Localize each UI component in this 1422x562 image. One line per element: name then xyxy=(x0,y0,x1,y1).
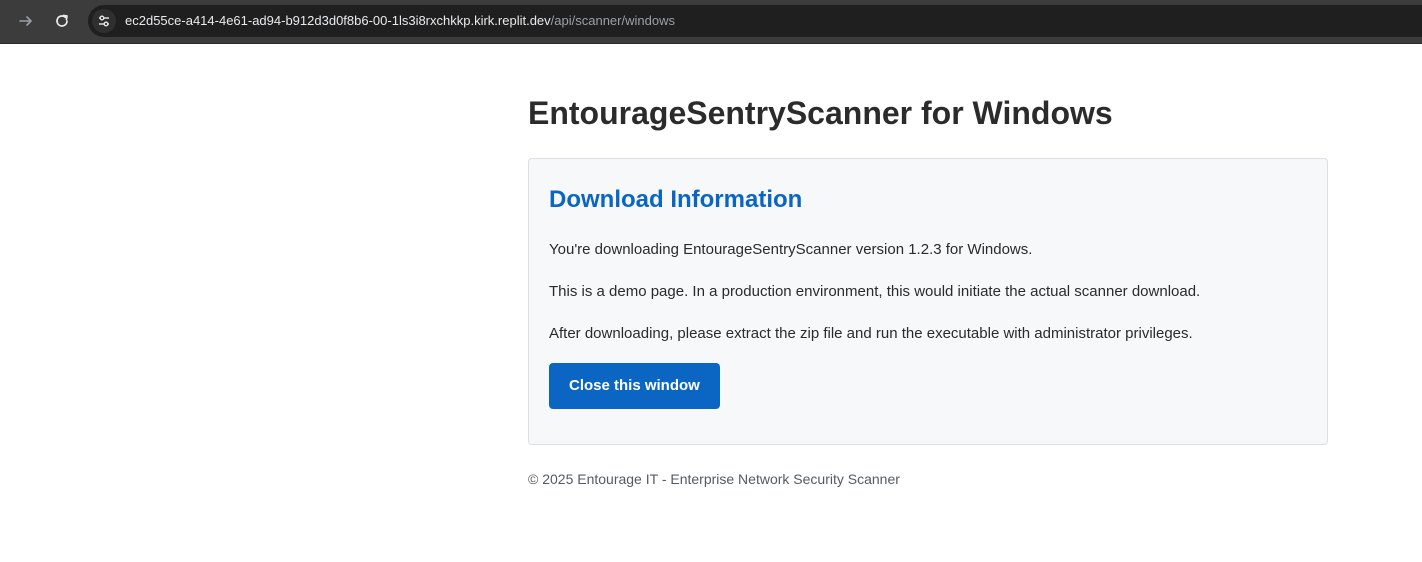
demo-notice-text: This is a demo page. In a production env… xyxy=(549,283,1201,300)
reload-icon xyxy=(56,14,68,27)
card-heading: Download Information xyxy=(549,186,803,213)
browser-toolbar: ec2d55ce-a414-4e61-ad94-b912d3d0f8b6-00-… xyxy=(0,0,1422,44)
site-info-button[interactable] xyxy=(92,9,116,33)
forward-button[interactable] xyxy=(12,7,40,35)
instructions-text: After downloading, please extract the zi… xyxy=(549,325,1193,342)
url-path: /api/scanner/windows xyxy=(550,13,675,28)
url-host: ec2d55ce-a414-4e61-ad94-b912d3d0f8b6-00-… xyxy=(125,13,551,28)
download-info-card: Download Information You're downloading … xyxy=(528,158,1328,445)
close-window-button[interactable]: Close this window xyxy=(549,363,720,409)
download-version-text: You're downloading EntourageSentryScanne… xyxy=(549,241,1033,258)
url-text[interactable]: ec2d55ce-a414-4e61-ad94-b912d3d0f8b6-00-… xyxy=(125,13,675,29)
site-settings-icon xyxy=(99,15,109,27)
reload-button[interactable] xyxy=(48,7,76,35)
footer-text: © 2025 Entourage IT - Enterprise Network… xyxy=(528,471,900,487)
page-title: EntourageSentryScanner for Windows xyxy=(528,95,1113,131)
page-content: EntourageSentryScanner for Windows Downl… xyxy=(528,93,1328,488)
forward-arrow-icon xyxy=(19,16,32,26)
address-bar[interactable]: ec2d55ce-a414-4e61-ad94-b912d3d0f8b6-00-… xyxy=(88,5,1422,37)
